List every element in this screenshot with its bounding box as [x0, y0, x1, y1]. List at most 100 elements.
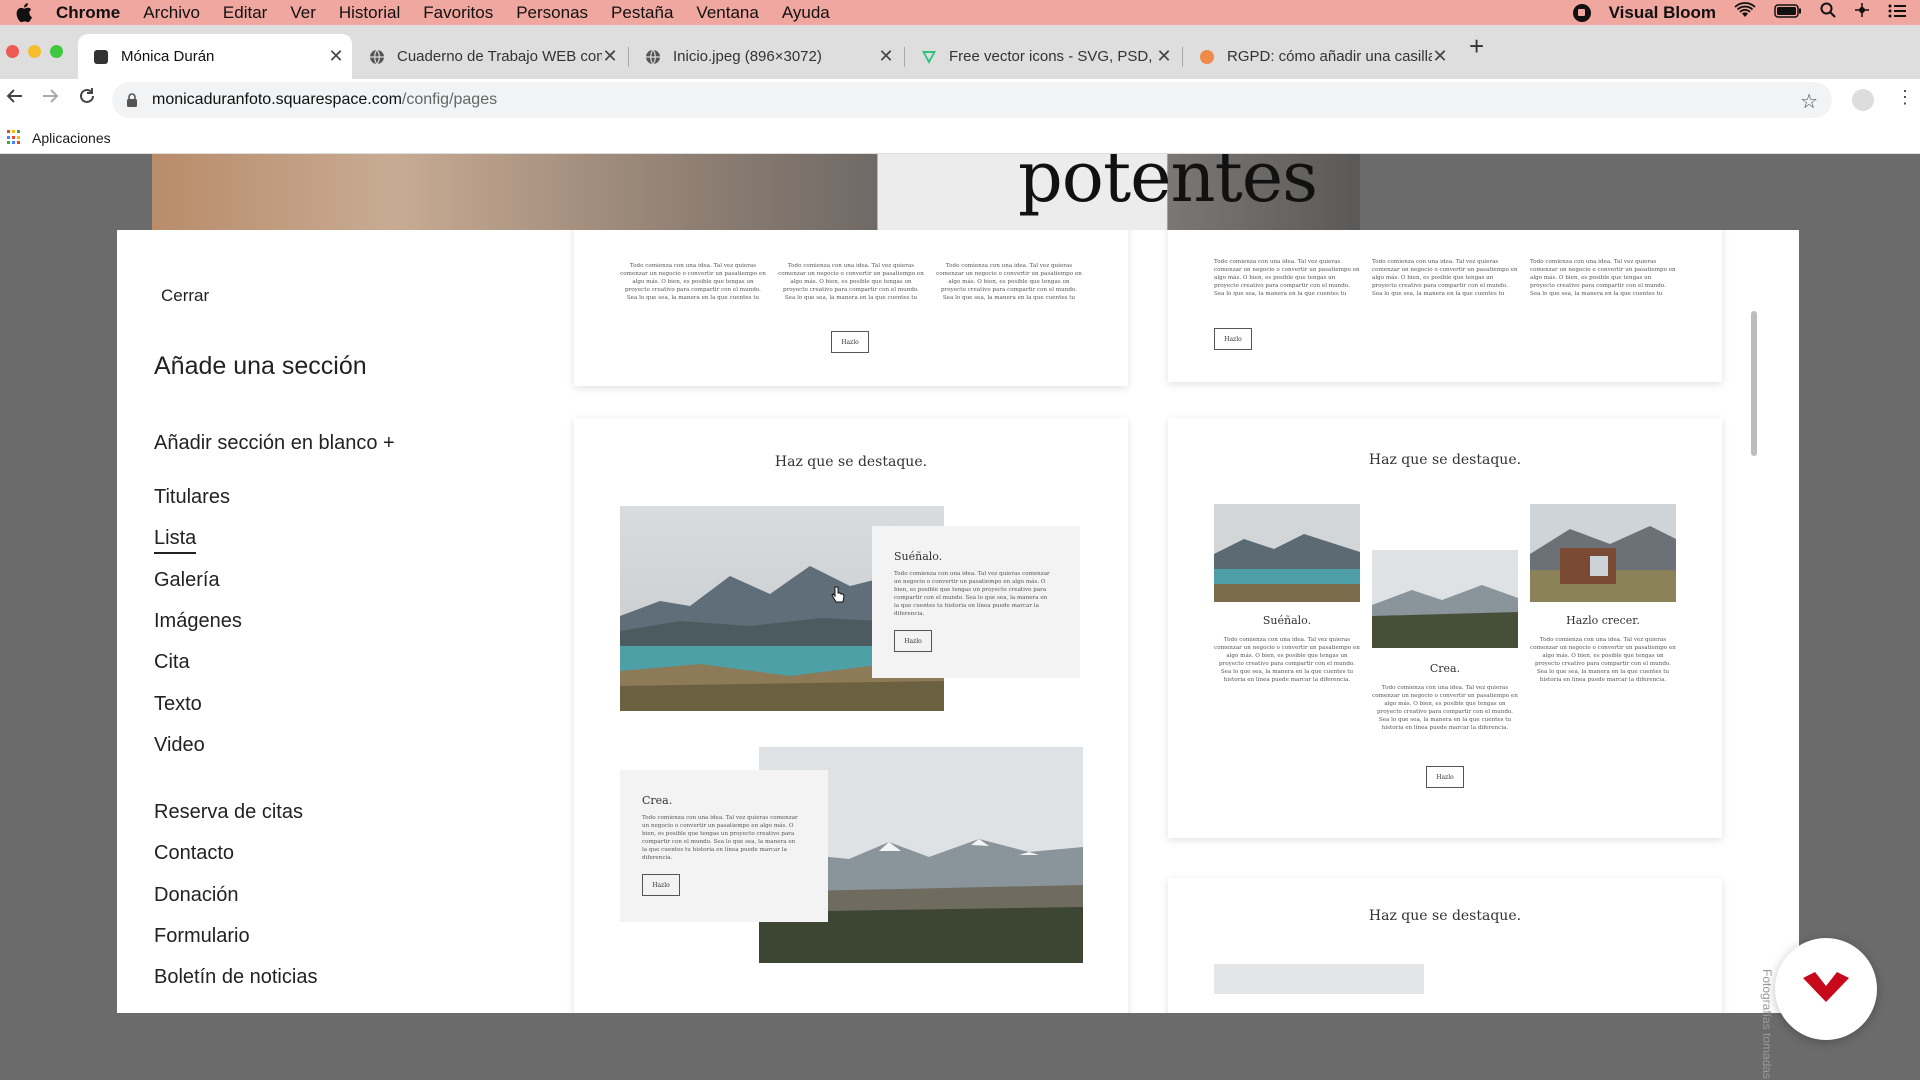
preview-body-text: Todo comienza con una idea. Tal vez quie…: [1372, 259, 1518, 297]
preview-image: [1214, 964, 1424, 994]
tab-title: Mónica Durán: [121, 48, 215, 65]
tab-monica-duran[interactable]: Mónica Durán ✕: [78, 34, 352, 79]
section-preview-card[interactable]: Todo comienza con una idea. Tal vez quie…: [574, 230, 1128, 386]
section-preview-card[interactable]: Haz que se destaque. Suéñalo. Todo comie…: [574, 418, 1128, 1013]
tab-free-vector-icons[interactable]: Free vector icons - SVG, PSD, I ✕: [906, 34, 1180, 79]
category-reserva-de-citas[interactable]: Reserva de citas: [154, 801, 303, 824]
domestika-logo-icon: [1801, 970, 1851, 1009]
more-menu-icon[interactable]: ⋮: [1896, 88, 1914, 106]
item-title: Suéñalo.: [894, 550, 943, 563]
menu-app-chrome[interactable]: Chrome: [56, 3, 120, 23]
snowy-mountain-photo: [1372, 550, 1518, 648]
menu-favoritos[interactable]: Favoritos: [423, 3, 493, 23]
hero-heading: potentes: [1018, 154, 1318, 218]
notification-list-icon[interactable]: [1888, 3, 1906, 23]
tab-cuaderno[interactable]: Cuaderno de Trabajo WEB com ✕: [354, 34, 626, 79]
zoom-window-button[interactable]: [50, 45, 63, 58]
section-preview-card[interactable]: Haz que se destaque. Suéñalo. Todo comie…: [1168, 418, 1722, 838]
tab-title: Free vector icons - SVG, PSD, I: [949, 48, 1156, 65]
tab-divider: [904, 47, 905, 67]
back-arrow-icon[interactable]: [6, 87, 24, 111]
category-contacto[interactable]: Contacto: [154, 842, 234, 865]
close-tab-icon[interactable]: ✕: [878, 46, 894, 67]
close-tab-icon[interactable]: ✕: [602, 46, 618, 67]
panel-title: Añade una sección: [154, 352, 367, 380]
close-tab-icon[interactable]: ✕: [1156, 46, 1172, 67]
item-title: Suéñalo.: [1262, 614, 1312, 627]
control-center-icon[interactable]: [1854, 2, 1870, 23]
address-bar[interactable]: monicaduranfoto.squarespace.com/config/p…: [112, 82, 1832, 118]
add-section-panel: Cerrar Añade una sección Añadir sección …: [117, 230, 1799, 1013]
category-boletin[interactable]: Boletín de noticias: [154, 966, 317, 989]
category-video[interactable]: Video: [154, 734, 205, 757]
preview-body-text: Todo comienza con una idea. Tal vez quie…: [778, 263, 924, 301]
record-icon[interactable]: [1572, 3, 1591, 22]
preview-button: Hazlo: [642, 874, 680, 896]
close-window-button[interactable]: [6, 45, 19, 58]
menu-personas[interactable]: Personas: [516, 3, 588, 23]
window-controls: [6, 45, 63, 58]
item-title: Hazlo crecer.: [1566, 614, 1640, 627]
category-texto[interactable]: Texto: [154, 693, 202, 716]
preview-body-text: Todo comienza con una idea. Tal vez quie…: [894, 571, 1050, 617]
close-tab-icon[interactable]: ✕: [328, 46, 344, 67]
profile-avatar[interactable]: [1852, 89, 1874, 111]
battery-icon[interactable]: [1774, 3, 1802, 23]
preview-heading: Haz que se destaque.: [774, 454, 928, 470]
category-titulares[interactable]: Titulares: [154, 486, 230, 509]
category-imagenes[interactable]: Imágenes: [154, 610, 242, 633]
minimize-window-button[interactable]: [28, 45, 41, 58]
apps-bookmark[interactable]: Aplicaciones: [32, 130, 111, 146]
forward-arrow-icon[interactable]: [41, 87, 59, 111]
menu-ventana[interactable]: Ventana: [696, 3, 758, 23]
preview-body-text: Todo comienza con una idea. Tal vez quie…: [1214, 637, 1360, 683]
category-galeria[interactable]: Galería: [154, 569, 220, 592]
wifi-icon[interactable]: [1734, 2, 1756, 23]
panel-scrollbar[interactable]: [1751, 311, 1757, 456]
tab-rgpd[interactable]: RGPD: cómo añadir una casilla ✕: [1184, 34, 1456, 79]
orange-favicon-icon: [1198, 48, 1216, 66]
lock-icon[interactable]: [126, 93, 138, 107]
close-button[interactable]: Cerrar: [161, 286, 209, 306]
category-cita[interactable]: Cita: [154, 651, 190, 674]
menu-ayuda[interactable]: Ayuda: [782, 3, 830, 23]
freepik-favicon-icon: [920, 48, 938, 66]
apple-icon[interactable]: [16, 3, 38, 22]
preview-heading: Haz que se destaque.: [1368, 452, 1522, 468]
apps-grid-icon[interactable]: [7, 130, 22, 145]
category-donacion[interactable]: Donación: [154, 884, 239, 907]
menu-editar[interactable]: Editar: [223, 3, 267, 23]
tab-title: RGPD: cómo añadir una casilla: [1227, 48, 1432, 65]
preview-button: Hazlo: [831, 331, 869, 353]
bookmark-star-icon[interactable]: ☆: [1800, 89, 1818, 114]
menu-historial[interactable]: Historial: [339, 3, 400, 23]
preview-body-text: Todo comienza con una idea. Tal vez quie…: [642, 815, 798, 861]
preview-heading: Haz que se destaque.: [1368, 908, 1522, 924]
preview-button: Hazlo: [1426, 766, 1464, 788]
preview-body-text: Todo comienza con una idea. Tal vez quie…: [1372, 685, 1518, 731]
new-tab-plus-icon[interactable]: +: [1469, 33, 1484, 59]
menu-archivo[interactable]: Archivo: [143, 3, 200, 23]
status-app-name[interactable]: Visual Bloom: [1609, 3, 1716, 23]
reload-icon[interactable]: [78, 87, 96, 111]
url-host: monicaduranfoto.squarespace.com: [152, 91, 402, 108]
tab-inicio-jpeg[interactable]: Inicio.jpeg (896×3072) ✕: [630, 34, 902, 79]
page-viewport: potentes Cerrar Añade una sección Añadir…: [0, 154, 1920, 1080]
add-blank-section-button[interactable]: Añadir sección en blanco +: [154, 432, 395, 455]
close-tab-icon[interactable]: ✕: [1432, 46, 1448, 67]
section-preview-card[interactable]: Todo comienza con una idea. Tal vez quie…: [1168, 230, 1722, 382]
mouse-cursor-icon: [830, 586, 846, 609]
text-box: Suéñalo. Todo comienza con una idea. Tal…: [872, 526, 1080, 678]
item-title: Crea.: [1429, 662, 1461, 675]
menu-pestana[interactable]: Pestaña: [611, 3, 673, 23]
globe-favicon-icon: [368, 48, 386, 66]
category-formulario[interactable]: Formulario: [154, 925, 250, 948]
search-icon[interactable]: [1820, 2, 1836, 23]
section-preview-card[interactable]: Haz que se destaque.: [1168, 878, 1722, 1013]
help-widget-button[interactable]: [1775, 938, 1877, 1040]
preview-body-text: Todo comienza con una idea. Tal vez quie…: [1530, 637, 1676, 683]
preview-body-text: Todo comienza con una idea. Tal vez quie…: [1530, 259, 1676, 297]
menu-ver[interactable]: Ver: [290, 3, 316, 23]
category-lista[interactable]: Lista: [154, 527, 197, 554]
tab-divider: [628, 47, 629, 67]
